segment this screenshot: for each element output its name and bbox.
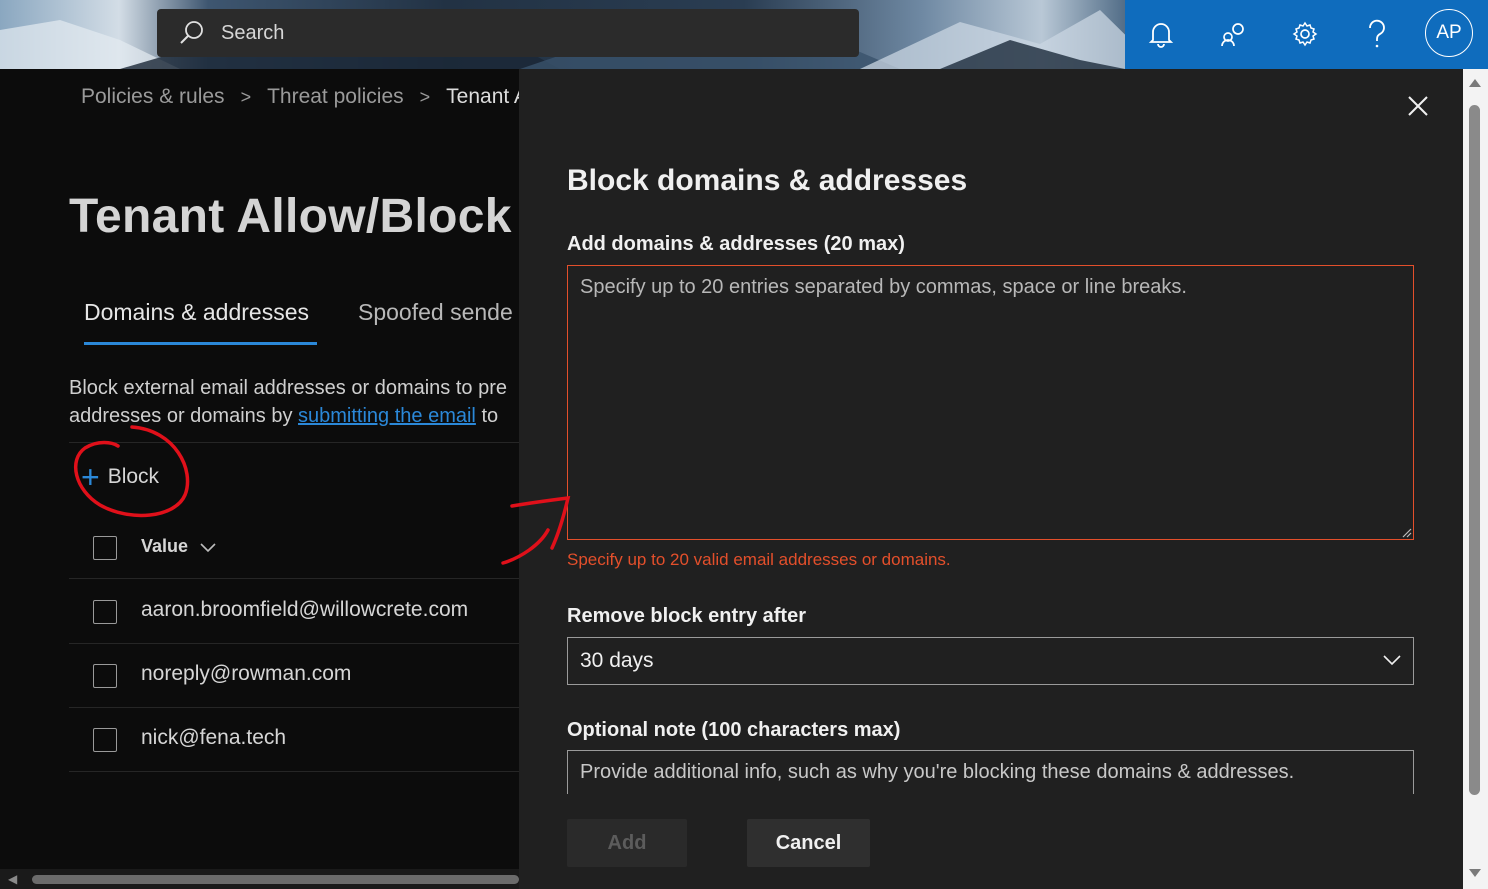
description-line: Block external email addresses or domain… [69,377,507,399]
community-button[interactable] [1213,14,1253,54]
table-header: Value [69,519,519,579]
search-placeholder: Search [221,21,285,44]
column-header-value[interactable]: Value [141,536,218,557]
entries-textarea[interactable] [567,265,1414,540]
breadcrumb-tenant-allow-block: Tenant Al [446,85,519,108]
row-value: nick@fena.tech [141,726,287,749]
vertical-scrollbar[interactable] [1463,69,1488,889]
community-icon [1221,23,1244,47]
bell-icon [1148,23,1174,48]
gear-icon [1292,21,1318,47]
scroll-up-icon[interactable] [1469,79,1481,87]
block-button-label: Block [107,465,160,488]
block-button[interactable]: + Block [81,461,159,493]
top-header: Search AP [0,0,1488,69]
cancel-button[interactable]: Cancel [747,819,870,867]
row-value: aaron.broomfield@willowcrete.com [141,598,469,621]
row-checkbox[interactable] [93,600,117,624]
page-description: Block external email addresses or domain… [69,374,507,430]
tab-spoofed-senders[interactable]: Spoofed sende [358,299,513,326]
entries-error-message: Specify up to 20 valid email addresses o… [567,550,951,569]
chevron-down-icon [1383,655,1401,666]
background-page: Policies & rules > Threat policies > Ten… [0,69,519,889]
remove-after-label: Remove block entry after [567,605,806,627]
remove-after-dropdown[interactable]: 30 days [567,637,1414,685]
horizontal-scrollbar[interactable]: ◀ [0,869,519,889]
description-text: addresses or domains by [69,405,299,427]
scroll-down-icon[interactable] [1469,869,1481,877]
help-button[interactable] [1357,14,1397,54]
description-text: to [475,405,499,427]
submitting-email-link[interactable]: submitting the email [298,405,476,427]
page-title: Tenant Allow/Block [69,190,512,243]
avatar[interactable]: AP [1425,9,1473,57]
panel-title: Block domains & addresses [567,164,968,197]
scrollbar-thumb[interactable] [32,875,519,884]
description-line: addresses or domains by submitting the e… [69,402,507,430]
block-flyout-panel: Block domains & addresses Add domains & … [519,69,1463,889]
breadcrumb-policies-rules[interactable]: Policies & rules [81,85,225,109]
scrollbar-thumb[interactable] [1469,105,1480,795]
add-button[interactable]: Add [567,819,687,867]
tab-label: Domains & addresses [84,299,309,325]
notifications-button[interactable] [1141,14,1181,54]
close-icon [1408,96,1428,116]
table-row[interactable]: noreply@rowman.com [69,644,519,708]
table-row[interactable]: nick@fena.tech [69,708,519,772]
scroll-left-icon[interactable]: ◀ [8,872,17,886]
tab-domains-addresses[interactable]: Domains & addresses [84,299,317,345]
entries-label: Add domains & addresses (20 max) [567,233,905,255]
resize-grip-icon[interactable] [1402,528,1412,538]
breadcrumb-threat-policies[interactable]: Threat policies [267,85,404,109]
chevron-right-icon: > [419,86,431,107]
table-row[interactable]: aaron.broomfield@willowcrete.com [69,580,519,644]
divider [69,442,519,443]
search-icon [180,21,203,44]
settings-button[interactable] [1285,14,1325,54]
chevron-right-icon: > [240,86,252,107]
help-icon [1369,19,1385,48]
note-label: Optional note (100 characters max) [567,719,901,741]
remove-after-value: 30 days [580,649,654,672]
chevron-down-icon [200,542,216,552]
close-button[interactable] [1403,91,1433,121]
row-checkbox[interactable] [93,728,117,752]
search-box[interactable]: Search [157,9,859,57]
breadcrumb: Policies & rules > Threat policies > Ten… [81,85,519,109]
row-checkbox[interactable] [93,664,117,688]
select-all-checkbox[interactable] [93,536,117,560]
column-header-label: Value [141,536,189,556]
note-input[interactable] [567,750,1414,794]
plus-icon: + [81,459,100,495]
tab-selected-indicator [84,342,317,345]
row-value: noreply@rowman.com [141,662,352,685]
